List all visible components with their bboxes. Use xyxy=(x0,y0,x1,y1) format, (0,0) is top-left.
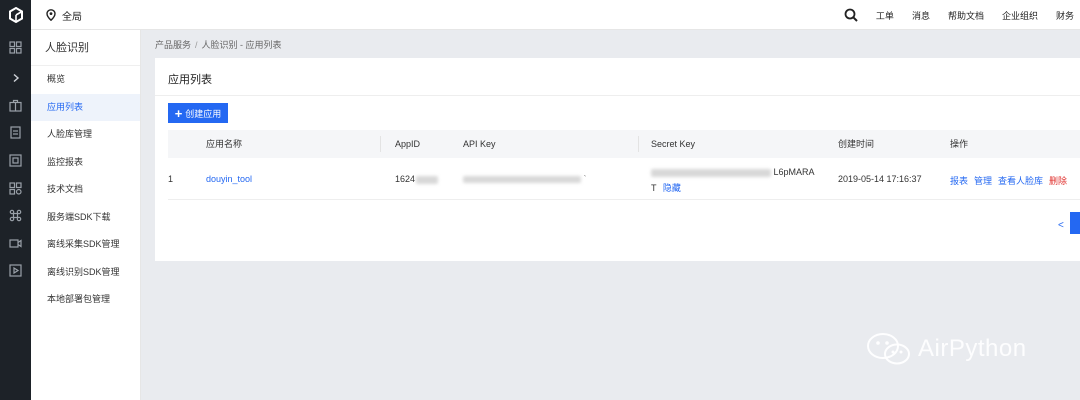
nav-help-docs[interactable]: 帮助文档 xyxy=(948,9,984,22)
secret-key-end: T xyxy=(651,183,657,193)
nav-ticket[interactable]: 工单 xyxy=(876,9,894,22)
appid-redacted xyxy=(416,175,439,184)
col-separator xyxy=(638,136,639,152)
report-link[interactable]: 报表 xyxy=(950,176,968,186)
secret-key-value: L6pMARA xyxy=(651,167,815,177)
manage-link[interactable]: 管理 xyxy=(974,176,992,186)
server-icon[interactable] xyxy=(6,151,25,170)
table-header: 应用名称 AppID API Key Secret Key 创建时间 操作 xyxy=(168,130,1080,158)
row-operations: 报表 管理 查看人脸库 删除 xyxy=(950,174,1067,187)
sidebar-item-face-library[interactable]: 人脸库管理 xyxy=(31,121,140,149)
sidebar-item-offline-recognition-sdk[interactable]: 离线识别SDK管理 xyxy=(31,259,140,287)
sidebar-item-monitor-report[interactable]: 监控报表 xyxy=(31,149,140,177)
app-name-link[interactable]: douyin_tool xyxy=(206,174,252,184)
sidebar-item-overview[interactable]: 概览 xyxy=(31,66,140,94)
secret-key-redacted xyxy=(651,168,771,177)
breadcrumb-root[interactable]: 产品服务 xyxy=(155,40,191,50)
col-operations: 操作 xyxy=(950,139,969,149)
breadcrumb-current: 人脸识别 - 应用列表 xyxy=(201,40,282,50)
col-separator xyxy=(380,136,381,152)
apps-icon[interactable] xyxy=(6,179,25,198)
location-pin-icon xyxy=(46,9,56,21)
command-icon[interactable] xyxy=(6,206,25,225)
document-icon[interactable] xyxy=(6,123,25,142)
page-title: 应用列表 xyxy=(168,74,212,86)
api-key-redacted xyxy=(463,176,581,184)
product-sidebar: 人脸识别 概览 应用列表 人脸库管理 监控报表 技术文档 服务端SDK下载 离线… xyxy=(31,30,141,400)
nav-finance[interactable]: 财务 xyxy=(1056,9,1074,22)
col-api-key: API Key xyxy=(463,139,496,149)
sidebar-item-app-list[interactable]: 应用列表 xyxy=(31,93,140,121)
search-button[interactable] xyxy=(844,8,858,22)
region-label: 全局 xyxy=(62,11,82,23)
appid-visible: 1624 xyxy=(395,174,416,184)
col-appid: AppID xyxy=(395,139,421,149)
appid-value: 1624 xyxy=(395,174,439,184)
logo[interactable] xyxy=(0,0,31,30)
app-list-card: 应用列表 + 创建应用 应用名称 AppID API Key Secret Ke… xyxy=(155,58,1080,261)
card-divider xyxy=(155,95,1080,96)
wechat-logo-icon xyxy=(867,333,910,365)
chevron-right-icon[interactable] xyxy=(6,68,25,87)
top-bar: 全局 工单 消息 帮助文档 企业组织 财务 xyxy=(0,0,1080,30)
created-time-value: 2019-05-14 17:16:37 xyxy=(838,174,922,184)
briefcase-icon[interactable] xyxy=(6,96,25,115)
watermark-text: AirPython xyxy=(918,335,1027,362)
search-icon xyxy=(844,8,858,22)
plus-icon: + xyxy=(174,105,183,121)
create-app-button[interactable]: + 创建应用 xyxy=(168,103,228,123)
watermark: AirPython xyxy=(866,332,1027,366)
col-secret-key: Secret Key xyxy=(651,139,696,149)
nav-organization[interactable]: 企业组织 xyxy=(1002,9,1038,22)
row-index: 1 xyxy=(168,174,174,184)
api-key-tail: ` xyxy=(583,174,587,184)
breadcrumb: 产品服务 / 人脸识别 - 应用列表 xyxy=(155,38,282,51)
delete-link[interactable]: 删除 xyxy=(1049,176,1067,186)
secret-key-tail: L6pMARA xyxy=(773,167,815,177)
api-key-value: ` xyxy=(463,174,587,184)
cube-logo-icon xyxy=(8,7,23,23)
table-row: 1 douyin_tool 1624 ` L6pMARA T 隐藏 2019-0… xyxy=(168,158,1080,200)
secret-key-line2: T 隐藏 xyxy=(651,181,681,194)
pager-prev-button[interactable]: < xyxy=(1058,220,1064,231)
grid-icon[interactable] xyxy=(6,38,25,57)
top-nav: 工单 消息 帮助文档 企业组织 财务 xyxy=(844,0,1080,30)
sidebar-title: 人脸识别 xyxy=(31,30,140,66)
play-icon[interactable] xyxy=(6,261,25,280)
video-icon[interactable] xyxy=(6,234,25,253)
pager-current-page[interactable] xyxy=(1070,212,1080,234)
breadcrumb-separator: / xyxy=(195,40,198,50)
col-created-time: 创建时间 xyxy=(838,139,875,149)
view-face-library-link[interactable]: 查看人脸库 xyxy=(998,176,1043,186)
sidebar-item-server-sdk[interactable]: 服务端SDK下载 xyxy=(31,204,140,232)
icon-rail xyxy=(0,30,31,400)
col-app-name: 应用名称 xyxy=(206,139,243,149)
create-app-label: 创建应用 xyxy=(185,108,222,119)
hide-secret-link[interactable]: 隐藏 xyxy=(663,183,681,193)
nav-messages[interactable]: 消息 xyxy=(912,9,930,22)
sidebar-item-offline-capture-sdk[interactable]: 离线采集SDK管理 xyxy=(31,231,140,259)
region-selector[interactable]: 全局 xyxy=(46,0,82,30)
sidebar-item-local-deploy[interactable]: 本地部署包管理 xyxy=(31,286,140,314)
sidebar-item-tech-docs[interactable]: 技术文档 xyxy=(31,176,140,204)
